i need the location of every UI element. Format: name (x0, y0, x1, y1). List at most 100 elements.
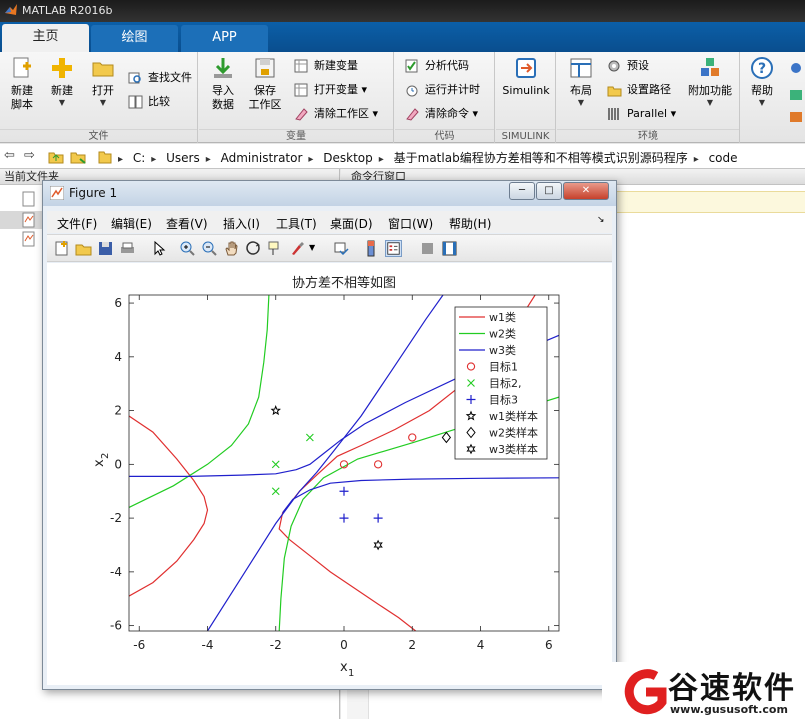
insert-colorbar-icon[interactable] (363, 240, 380, 257)
add-ons-button[interactable]: 附加功能 ▼ (683, 56, 737, 108)
parallel-label: Parallel (627, 107, 668, 120)
data-cursor-icon[interactable] (267, 240, 284, 257)
menu-file[interactable]: 文件(F) (57, 215, 97, 232)
compare-button[interactable]: 比较 (128, 93, 170, 111)
group-label-code: 代码 (395, 129, 494, 143)
link-plot-icon[interactable] (333, 240, 350, 257)
set-path-icon (607, 86, 622, 97)
forward-arrow-icon[interactable]: ⇨ (24, 148, 35, 163)
new-script-button[interactable]: 新建 脚本 (6, 56, 38, 112)
pan-hand-icon[interactable] (223, 240, 240, 257)
save-icon[interactable] (97, 240, 114, 257)
breadcrumb-project[interactable]: 基于matlab编程协方差相等和不相等模式识别源码程序 (394, 151, 688, 165)
parallel-icon (608, 108, 619, 120)
layout-dropdown-icon[interactable]: ▼ (563, 98, 599, 108)
add-ons-dropdown-icon[interactable]: ▼ (683, 98, 737, 108)
zoom-out-icon[interactable] (201, 240, 218, 257)
run-and-time-icon (406, 85, 418, 97)
menu-window[interactable]: 窗口(W) (388, 215, 433, 232)
breadcrumb-desktop[interactable]: Desktop (323, 151, 373, 165)
y-axis-label-group: x2 (92, 453, 111, 467)
print-icon[interactable] (119, 240, 136, 257)
file-icon[interactable] (22, 191, 36, 207)
pointer-icon[interactable] (151, 240, 168, 257)
chart-title: 协方差不相等如图 (292, 275, 396, 291)
analyze-code-icon (405, 59, 418, 73)
layout-button[interactable]: 布局 ▼ (563, 56, 599, 108)
add-ons-label: 附加功能 (688, 84, 732, 97)
open-variable-button[interactable]: 打开变量 ▾ (294, 81, 367, 99)
analyze-code-button[interactable]: 分析代码 (405, 57, 469, 75)
import-data-button[interactable]: 导入 数据 (207, 56, 239, 112)
community-icons[interactable] (788, 60, 804, 130)
help-question-icon: ? (751, 57, 773, 79)
run-and-time-button[interactable]: 运行并计时 (405, 81, 480, 99)
clear-commands-button[interactable]: 清除命令 ▾ (405, 105, 478, 123)
menu-help[interactable]: 帮助(H) (449, 215, 491, 232)
browse-folder-icon[interactable] (70, 149, 88, 164)
zoom-in-icon[interactable] (179, 240, 196, 257)
breadcrumb-c[interactable]: C: (133, 151, 145, 165)
back-arrow-icon[interactable]: ⇦ (4, 148, 15, 163)
mat-file-icon[interactable] (22, 212, 36, 228)
x-tick-label--4: -4 (202, 638, 214, 652)
run-and-time-label: 运行并计时 (425, 83, 480, 96)
open-dropdown-icon[interactable]: ▼ (86, 98, 120, 108)
open-button[interactable]: 打开 ▼ (86, 56, 120, 108)
tab-plots[interactable]: 绘图 (91, 25, 178, 52)
menu-dock-arrow-icon[interactable]: ↘ (597, 215, 605, 225)
menu-insert[interactable]: 插入(I) (223, 215, 260, 232)
hide-plot-tools-icon[interactable] (419, 240, 436, 257)
breadcrumb-administrator[interactable]: Administrator (221, 151, 303, 165)
clear-commands-icon (406, 108, 419, 121)
root-folder-icon (98, 151, 112, 164)
simulink-button[interactable]: Simulink (500, 56, 552, 98)
save-workspace-button[interactable]: 保存 工作区 (245, 56, 285, 112)
mat-file-icon[interactable] (22, 231, 36, 247)
figure-title-bar[interactable]: Figure 1 ─ □ ✕ (43, 181, 616, 206)
help-dropdown-icon[interactable]: ▼ (745, 98, 779, 108)
help-button[interactable]: ? 帮助 ▼ (745, 56, 779, 108)
show-plot-tools-icon[interactable] (441, 240, 458, 257)
preferences-button[interactable]: 预设 (607, 57, 649, 75)
breadcrumb-users[interactable]: Users (166, 151, 200, 165)
open-variable-label: 打开变量 (314, 83, 358, 96)
set-path-button[interactable]: 设置路径 (607, 81, 671, 99)
add-ons-cubes-icon (701, 58, 719, 76)
menu-view[interactable]: 查看(V) (166, 215, 208, 232)
menu-desktop[interactable]: 桌面(D) (330, 215, 373, 232)
legend-label-5: 目标3 (489, 393, 518, 407)
find-files-button[interactable]: 查找文件 (128, 69, 192, 87)
open-file-icon[interactable] (75, 240, 92, 257)
ribbon-group-variable: 导入 数据 保存 工作区 新建变量 打开变量 ▾ 清除工作区 ▾ 变量 (199, 52, 394, 143)
breadcrumb-code[interactable]: code (709, 151, 738, 165)
close-button[interactable]: ✕ (563, 182, 609, 200)
parallel-button[interactable]: Parallel ▾ (607, 105, 676, 123)
plot-svg[interactable]: -6 -4 -2 0 2 4 6-6-4-20246协方差不相等如图x 1x2w1类w2类w3… (47, 263, 612, 685)
rotate-3d-icon[interactable] (245, 240, 262, 257)
menu-edit[interactable]: 编辑(E) (111, 215, 152, 232)
clear-workspace-button[interactable]: 清除工作区 ▾ (294, 105, 378, 123)
menu-tools[interactable]: 工具(T) (276, 215, 317, 232)
insert-legend-icon[interactable] (385, 240, 402, 257)
maximize-button[interactable]: □ (536, 182, 562, 200)
new-button[interactable]: 新建 ▼ (44, 56, 80, 108)
open-label: 打开 (92, 84, 114, 97)
site-watermark: 谷速软件 www.gususoft.com (602, 662, 805, 719)
up-folder-icon[interactable] (48, 149, 64, 164)
new-variable-button[interactable]: 新建变量 (294, 57, 358, 75)
new-figure-icon[interactable] (53, 240, 70, 257)
tab-apps[interactable]: APP (181, 25, 268, 52)
new-dropdown-icon[interactable]: ▼ (44, 98, 80, 108)
legend-label-7: w2类样本 (489, 426, 538, 440)
ribbon-group-environment: 布局 ▼ 预设 设置路径 Parallel ▾ 附加功能 ▼ 环境 (557, 52, 740, 143)
figure-icon (50, 186, 64, 200)
tab-home[interactable]: 主页 (2, 24, 89, 52)
group-label-variable: 变量 (199, 129, 393, 143)
brush-icon[interactable] (289, 240, 306, 257)
minimize-button[interactable]: ─ (509, 182, 535, 200)
brush-dropdown-icon[interactable]: ▼ (309, 243, 315, 252)
layout-label: 布局 (570, 84, 592, 97)
new-variable-label: 新建变量 (314, 59, 358, 72)
ribbon-tabstrip: 主页 绘图 APP (0, 22, 805, 52)
